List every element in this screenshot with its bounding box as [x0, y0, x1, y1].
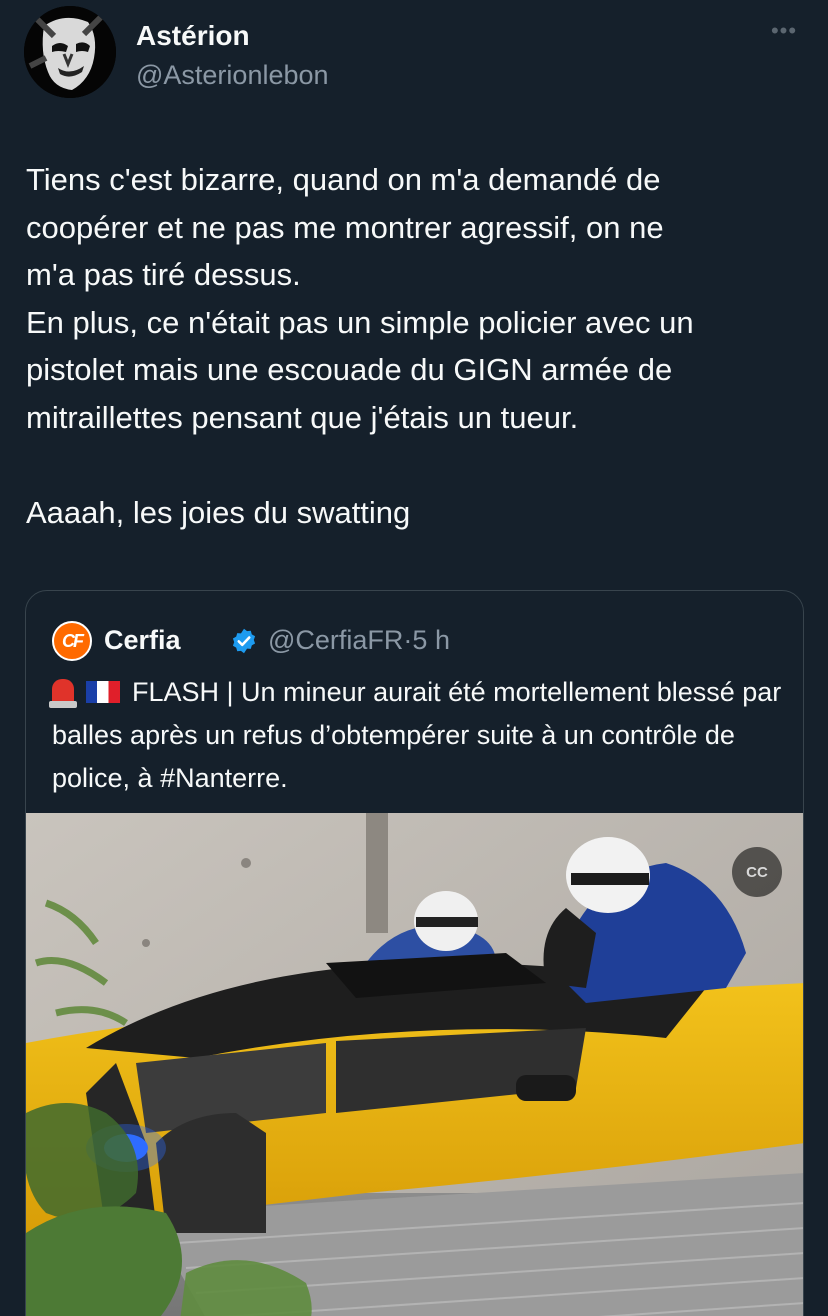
siren-icon — [49, 679, 77, 708]
closed-captions-icon[interactable]: CC — [732, 847, 782, 897]
quoted-media[interactable]: CC — [26, 813, 803, 1316]
avatar-image — [24, 6, 116, 98]
quoted-handle[interactable]: @CerfiaFR — [268, 625, 403, 655]
quoted-time[interactable]: 5 h — [412, 625, 450, 655]
verified-badge-icon — [232, 628, 256, 654]
more-options-icon[interactable]: ••• — [764, 18, 804, 43]
tweet-header: Astérion @Asterionlebon ••• — [24, 6, 804, 102]
media-image — [26, 813, 803, 1316]
author-handle[interactable]: @Asterionlebon — [136, 60, 329, 91]
tweet-text: Tiens c'est bizarre, quand on m'a demand… — [26, 162, 694, 530]
french-flag-icon — [86, 681, 120, 703]
quoted-meta: @CerfiaFR·5 h — [268, 625, 450, 656]
quoted-author-name[interactable]: Cerfia — [104, 625, 181, 656]
author-name[interactable]: Astérion — [136, 20, 250, 52]
quoted-avatar[interactable]: CF — [52, 621, 92, 661]
quoted-header: CF Cerfia @CerfiaFR·5 h — [52, 621, 772, 661]
quoted-tweet[interactable]: CF Cerfia @CerfiaFR·5 h FLASH | Un mineu… — [25, 590, 804, 1316]
quoted-text-block: FLASH | Un mineur aurait été mortellemen… — [49, 671, 792, 800]
avatar[interactable] — [24, 6, 116, 98]
quoted-text: FLASH | Un mineur aurait été mortellemen… — [52, 677, 782, 793]
